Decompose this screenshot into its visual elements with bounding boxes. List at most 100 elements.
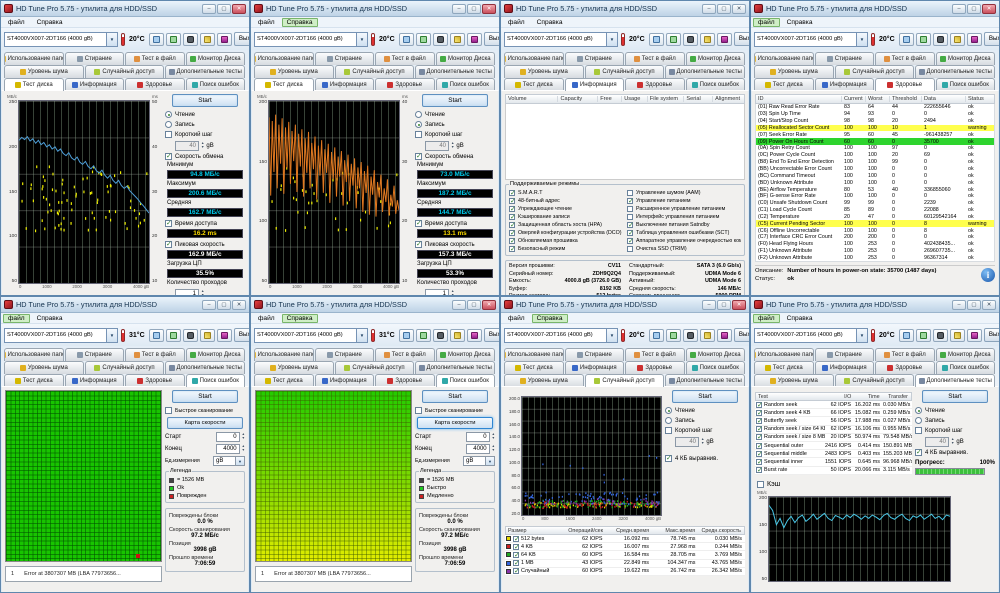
tab-file-benchmark[interactable]: Тест в файл <box>375 52 435 65</box>
read-radio[interactable] <box>165 111 172 118</box>
close-button[interactable]: ✕ <box>982 300 996 310</box>
tab-random-access[interactable]: Случайный доступ <box>585 65 665 78</box>
size-checkbox[interactable] <box>513 552 519 558</box>
size-checkbox[interactable] <box>513 544 519 550</box>
smart-attribute-row[interactable]: (05) Reallocated Sector Count100100101wa… <box>756 125 994 132</box>
tab-disk-monitor[interactable]: Монитор Диска <box>936 348 996 361</box>
tab-extra-tests[interactable]: Дополнительные тесты <box>165 361 245 374</box>
tab-extra-tests[interactable]: Дополнительные тесты <box>915 65 995 78</box>
tab-erase[interactable]: Стирание <box>565 52 625 65</box>
maximize-button[interactable]: ▢ <box>467 300 481 310</box>
volume-column-header[interactable]: File system <box>648 96 685 102</box>
menu-help[interactable]: Справка <box>32 314 68 323</box>
test-checkbox[interactable] <box>756 467 762 473</box>
test-checkbox[interactable] <box>756 418 762 424</box>
copy-image-icon[interactable] <box>916 33 931 46</box>
test-checkbox[interactable] <box>756 443 762 449</box>
start-button[interactable]: Start <box>172 94 238 107</box>
stride-input[interactable]: 40 <box>675 437 699 447</box>
test-checkbox[interactable] <box>756 434 762 440</box>
menu-file[interactable]: файл <box>253 314 280 323</box>
exit-button[interactable]: Выход <box>234 328 250 342</box>
tab-health[interactable]: Здоровье <box>875 78 935 91</box>
hdtune-update-icon[interactable] <box>467 329 482 342</box>
scan-end-input[interactable]: 4000 <box>466 444 490 454</box>
tab-error-scan[interactable]: Поиск ошибок <box>436 374 496 387</box>
exit-button[interactable]: Выход <box>984 328 1000 342</box>
minimize-button[interactable]: – <box>952 4 966 14</box>
start-button[interactable]: Start <box>422 94 488 107</box>
exit-button[interactable]: Выход <box>484 328 500 342</box>
hdtune-update-icon[interactable] <box>717 329 732 342</box>
tab-noise-level[interactable]: Уровень шума <box>504 65 584 78</box>
exit-button[interactable]: Выход <box>234 32 250 46</box>
smart-column-header[interactable]: Status <box>966 96 994 102</box>
smart-attribute-row[interactable]: (C0) Unsafe Shutdown Count999902239ok <box>756 200 994 207</box>
smart-attribute-row[interactable]: (BB) Uncorrectable Error Count10010000ok <box>756 166 994 173</box>
tab-random-access[interactable]: Случайный доступ <box>585 374 665 387</box>
short-stride-checkbox[interactable] <box>915 427 922 434</box>
tab-file-benchmark[interactable]: Тест в файл <box>875 52 935 65</box>
smart-attribute-row[interactable]: (BE) Airflow Temperature805340336855060o… <box>756 186 994 193</box>
result-column-header[interactable]: Операций/сек <box>560 528 606 534</box>
test-column-header[interactable]: Transfer <box>883 394 911 400</box>
tab-file-benchmark[interactable]: Тест в файл <box>875 348 935 361</box>
passes-spinner[interactable]: ▲▼ <box>451 290 454 295</box>
smart-attribute-row[interactable]: (BC) Command Timeout10010000ok <box>756 172 994 179</box>
close-button[interactable]: ✕ <box>482 4 496 14</box>
smart-column-header[interactable]: Data <box>922 96 966 102</box>
short-stride-checkbox[interactable] <box>165 131 172 138</box>
maximize-button[interactable]: ▢ <box>217 300 231 310</box>
hdtune-update-icon[interactable] <box>967 33 982 46</box>
hdtune-update-icon[interactable] <box>217 329 232 342</box>
tab-folder-usage[interactable]: Использование папок <box>254 348 314 361</box>
maximize-button[interactable]: ▢ <box>967 300 981 310</box>
copy-image-icon[interactable] <box>416 329 431 342</box>
test-column-header[interactable]: I/O <box>826 394 854 400</box>
minimize-button[interactable]: – <box>952 300 966 310</box>
drive-select[interactable]: ST4000VX007-2DT166 (4000 gB)▼ <box>4 328 118 343</box>
copy-image-icon[interactable] <box>666 329 681 342</box>
drive-select[interactable]: ST4000VX007-2DT166 (4000 gB)▼ <box>254 328 368 343</box>
result-column-header[interactable]: Средн.скорость <box>698 528 744 534</box>
minimize-button[interactable]: – <box>202 300 216 310</box>
stride-spinner[interactable]: ▲▼ <box>451 142 454 149</box>
unit-select[interactable]: gB▼ <box>463 456 495 466</box>
copy-text-icon[interactable] <box>149 329 164 342</box>
copy-text-icon[interactable] <box>899 329 914 342</box>
menu-file[interactable]: файл <box>3 18 30 27</box>
test-result-row[interactable]: Random seek / size 8 MB20 IOPS50.974 ms7… <box>755 434 912 442</box>
screenshot-icon[interactable] <box>683 329 698 342</box>
stride-input[interactable]: 40 <box>425 141 449 151</box>
copy-text-icon[interactable] <box>399 329 414 342</box>
error-list[interactable]: 1Error at 3807307 MB (LBA 77973656... <box>5 566 162 582</box>
test-result-row[interactable]: Random seek62 IOPS16.202 ms0.030 MB/s <box>755 401 912 409</box>
smart-column-header[interactable]: Threshold <box>890 96 922 102</box>
save-icon[interactable] <box>450 33 465 46</box>
drive-select[interactable]: ST4000VX007-2DT166 (4000 gB)▼ <box>504 32 618 47</box>
result-column-header[interactable]: Средн.время <box>606 528 652 534</box>
drive-select[interactable]: ST4000VX007-2DT166 (4000 gB)▼ <box>754 32 868 47</box>
stride-input[interactable]: 40 <box>925 437 949 447</box>
save-icon[interactable] <box>950 329 965 342</box>
test-result-row[interactable]: Butterfly seek56 IOPS17.988 ms0.027 MB/s <box>755 417 912 425</box>
close-button[interactable]: ✕ <box>732 300 746 310</box>
exit-button[interactable]: Выход <box>484 32 500 46</box>
volume-column-header[interactable]: Usage <box>622 96 648 102</box>
copy-text-icon[interactable] <box>649 329 664 342</box>
tab-info[interactable]: Информация <box>565 361 625 374</box>
test-result-row[interactable]: Burst rate50 IOPS20.066 ms3.115 MB/s <box>755 467 912 475</box>
align-4k-checkbox[interactable] <box>915 449 922 456</box>
menu-file[interactable]: файл <box>503 314 530 323</box>
tab-random-access[interactable]: Случайный доступ <box>85 361 165 374</box>
test-checkbox[interactable] <box>756 451 762 457</box>
tab-noise-level[interactable]: Уровень шума <box>754 65 834 78</box>
close-button[interactable]: ✕ <box>232 4 246 14</box>
exit-button[interactable]: Выход <box>984 32 1000 46</box>
stride-spinner[interactable]: ▲▼ <box>201 142 204 149</box>
copy-image-icon[interactable] <box>166 329 181 342</box>
transfer-rate-checkbox[interactable] <box>415 153 422 160</box>
hdtune-update-icon[interactable] <box>717 33 732 46</box>
tab-error-scan[interactable]: Поиск ошибок <box>186 374 246 387</box>
test-column-header[interactable]: Test <box>756 394 826 400</box>
